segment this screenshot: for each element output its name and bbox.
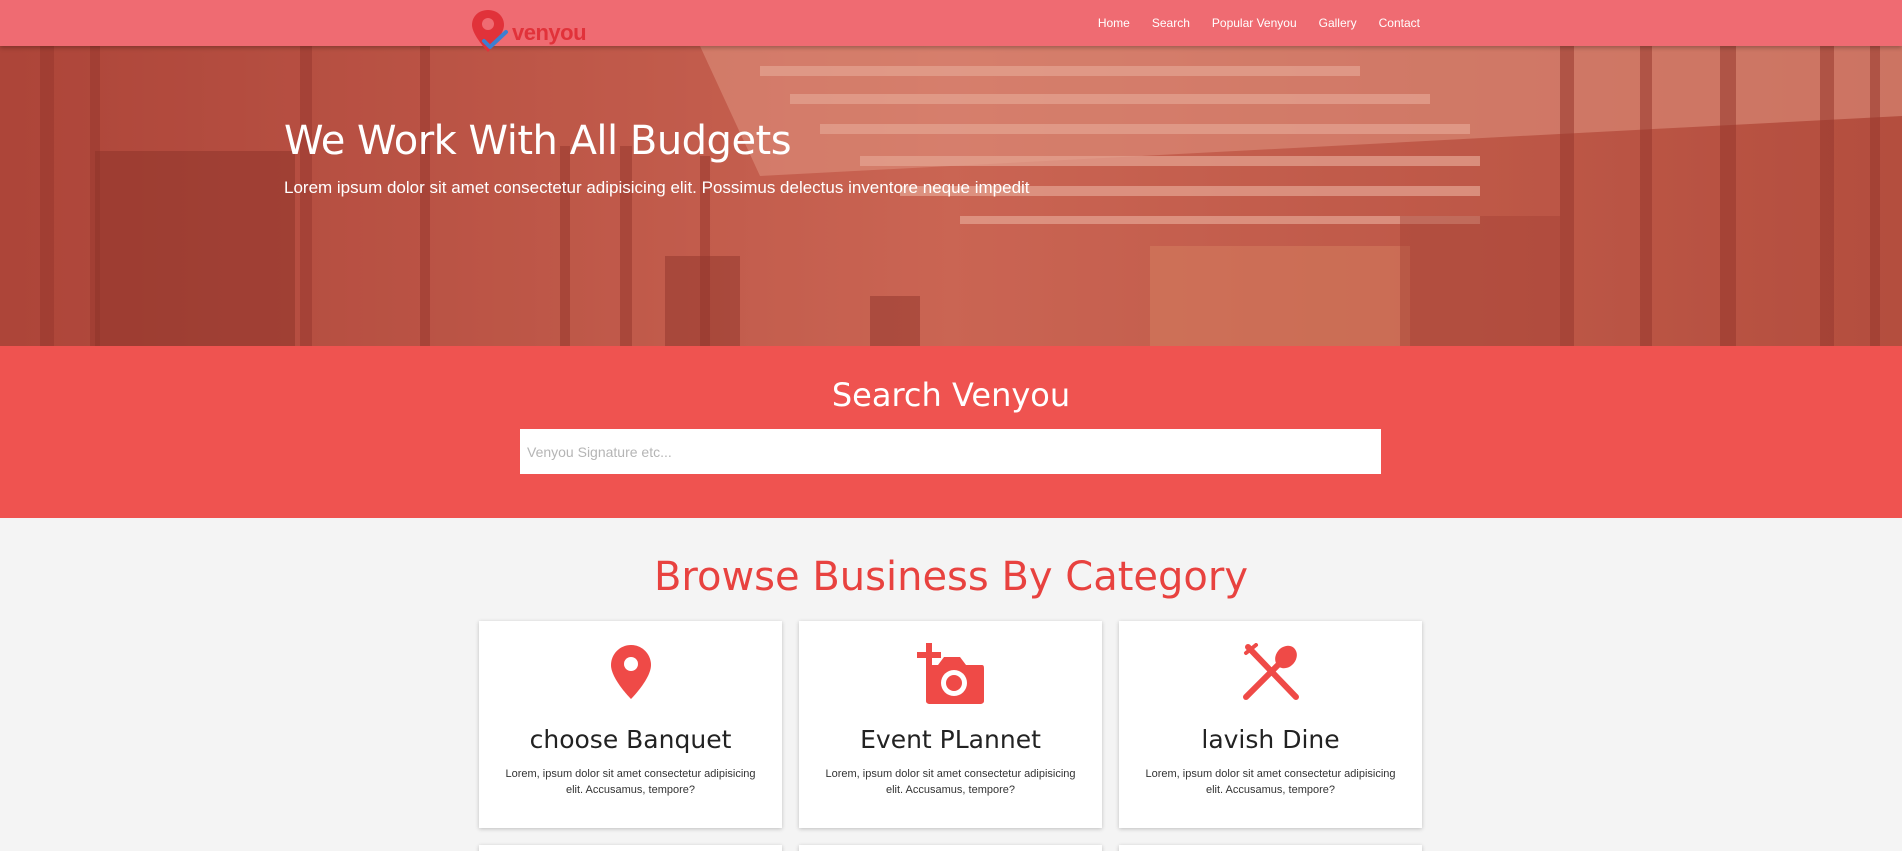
category-card-row2[interactable] [1119, 845, 1422, 851]
category-card-row2[interactable] [479, 845, 782, 851]
nav-popular-venyou[interactable]: Popular Venyou [1212, 16, 1297, 30]
card-title: lavish Dine [1201, 725, 1340, 754]
browse-category-title: Browse Business By Category [653, 554, 1248, 600]
card-title: choose Banquet [529, 725, 732, 754]
category-card-dine[interactable]: lavish Dine Lorem, ipsum dolor sit amet … [1119, 621, 1422, 828]
map-pin-check-icon [472, 10, 508, 52]
nav-gallery[interactable]: Gallery [1319, 16, 1357, 30]
nav-contact[interactable]: Contact [1379, 16, 1420, 30]
search-title: Search Venyou [831, 376, 1071, 414]
fork-spoon-icon [1242, 643, 1299, 700]
hero-banner: We Work With All Budgets Lorem ipsum dol… [0, 46, 1902, 346]
add-camera-icon [916, 643, 984, 704]
hero-subtitle: Lorem ipsum dolor sit amet consectetur a… [284, 178, 1030, 197]
nav-home[interactable]: Home [1098, 16, 1130, 30]
brand-name: venyou [512, 20, 587, 45]
location-pin-icon [610, 645, 651, 699]
main-nav: Home Search Popular Venyou Gallery Conta… [1098, 0, 1420, 46]
card-title: Event PLannet [860, 725, 1041, 754]
category-card-event-planner[interactable]: Event PLannet Lorem, ipsum dolor sit ame… [799, 621, 1102, 828]
search-section: Search Venyou [0, 346, 1902, 518]
hero-title: We Work With All Budgets [284, 118, 792, 164]
card-text: Lorem, ipsum dolor sit amet consectetur … [1145, 768, 1396, 796]
navbar: venyou Home Search Popular Venyou Galler… [0, 0, 1902, 52]
card-text: Lorem, ipsum dolor sit amet consectetur … [505, 768, 756, 796]
brand-logo[interactable]: venyou [470, 8, 587, 58]
category-card-row2[interactable] [799, 845, 1102, 851]
search-input[interactable] [520, 429, 1381, 474]
card-text: Lorem, ipsum dolor sit amet consectetur … [825, 768, 1076, 796]
category-card-banquet[interactable]: choose Banquet Lorem, ipsum dolor sit am… [479, 621, 782, 828]
nav-search[interactable]: Search [1152, 16, 1190, 30]
